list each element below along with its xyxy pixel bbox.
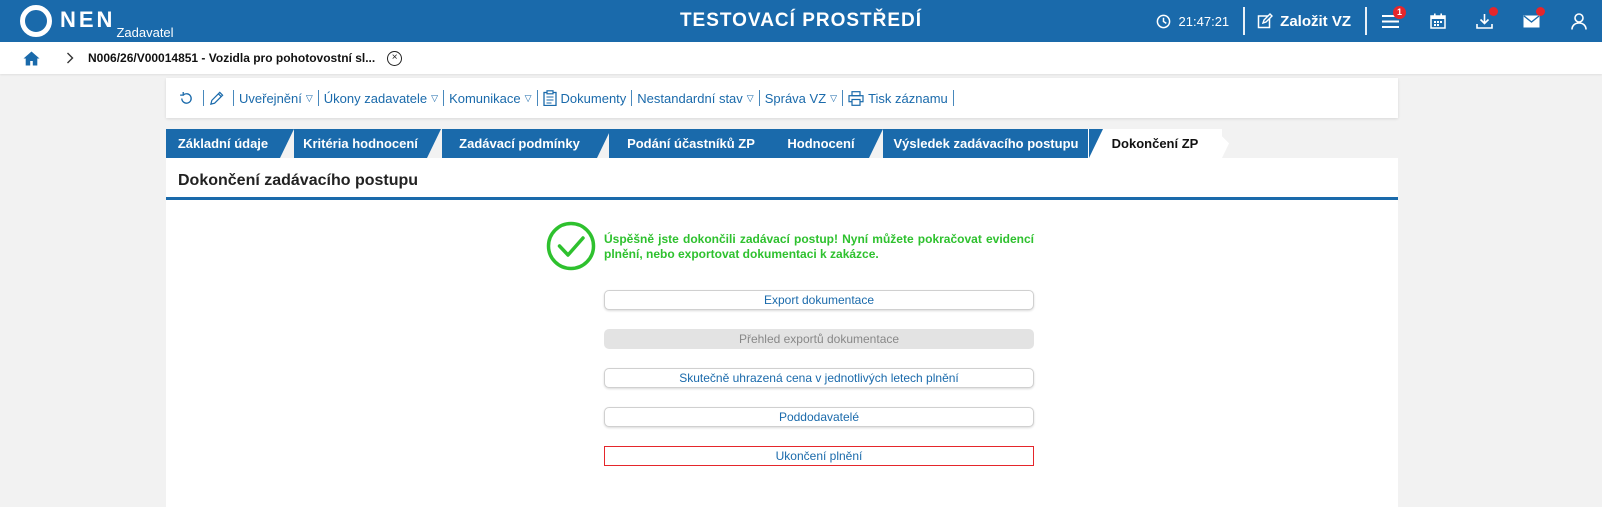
logo-text: NEN	[60, 7, 116, 32]
calendar-icon	[1429, 13, 1446, 29]
printer-icon	[848, 90, 864, 106]
menu-dokumenty-label: Dokumenty	[560, 90, 627, 106]
tab-zakladni-udaje[interactable]: Základní údaje	[166, 129, 294, 158]
paid-price-by-year-button[interactable]: Skutečně uhrazená cena v jednotlivých le…	[604, 368, 1034, 388]
success-message: Úspěšně jste dokončili zadávací postup! …	[604, 232, 1034, 261]
toolbar-separator	[443, 90, 445, 106]
top-bar: NEN Zadavatel TESTOVACÍ PROSTŘEDÍ 21:47:…	[0, 0, 1602, 42]
calendar-button[interactable]	[1414, 0, 1461, 42]
caret-down-icon: ▽	[524, 92, 532, 103]
download-alert-dot	[1489, 7, 1498, 16]
menu-tisk-label: Tisk záznamu	[868, 90, 948, 106]
menu-uverejneni-label: Uveřejnění	[239, 90, 302, 106]
tab-dokonceni-label: Dokončení ZP	[1111, 136, 1199, 151]
messages-button[interactable]	[1508, 0, 1555, 42]
tab-kriteria-hodnoceni[interactable]: Kritéria hodnocení	[294, 129, 441, 158]
edit-icon	[1257, 13, 1274, 29]
clock-time: 21:47:21	[1178, 13, 1230, 29]
create-vz-label: Založit VZ	[1280, 12, 1351, 30]
toolbar-separator	[758, 90, 760, 106]
session-clock: 21:47:21	[1156, 13, 1230, 29]
menu-tisk-zaznamu[interactable]: Tisk záznamu	[843, 91, 953, 106]
tab-dokonceni-zp[interactable]: Dokončení ZP	[1088, 129, 1236, 158]
toolbar-separator	[233, 90, 234, 106]
breadcrumb: N006/26/V00014851 - Vozidla pro pohotovo…	[0, 42, 1602, 74]
menu-sprava-label: Správa VZ	[764, 90, 827, 106]
action-toolbar: Uveřejnění ▽ Úkony zadavatele ▽ Komunikace…	[166, 78, 1398, 118]
breadcrumb-current[interactable]: N006/26/V00014851 - Vozidla pro pohotovo…	[88, 51, 375, 65]
pencil-icon	[210, 91, 224, 105]
top-right-controls: 21:47:21 Založit VZ 1	[1156, 0, 1602, 42]
divider	[1243, 7, 1246, 35]
refresh-icon	[180, 91, 192, 104]
menu-sprava-vz[interactable]: Správa VZ ▽	[760, 91, 842, 106]
toolbar-separator	[317, 90, 319, 106]
mail-alert-dot	[1536, 7, 1545, 16]
caret-down-icon: ▽	[431, 92, 439, 103]
success-notice: Úspěšně jste dokončili zadávací postup! …	[546, 221, 1034, 271]
menu-ukony-label: Úkony zadavatele	[323, 90, 428, 106]
user-button[interactable]	[1555, 0, 1602, 42]
create-vz-button[interactable]: Založit VZ	[1245, 13, 1365, 30]
tab-fold	[1222, 129, 1236, 158]
downloads-button[interactable]	[1461, 0, 1508, 42]
close-icon[interactable]: ×	[387, 50, 403, 66]
toolbar-separator	[536, 90, 538, 106]
tab-hodnoceni[interactable]: Hodnocení	[773, 129, 883, 158]
menu-nestandardni-stav[interactable]: Nestandardní stav ▽	[632, 91, 758, 106]
menu-nestandardni-label: Nestandardní stav	[637, 90, 743, 106]
end-of-performance-button[interactable]: Ukončení plnění	[604, 446, 1034, 466]
notification-badge: 1	[1393, 6, 1406, 19]
caret-down-icon: ▽	[830, 92, 838, 103]
home-button[interactable]	[23, 51, 40, 66]
logo-mark-icon	[20, 5, 52, 37]
caret-down-icon: ▽	[746, 92, 754, 103]
logo-subtitle: Zadavatel	[116, 25, 174, 40]
menu-ukony-zadavatele[interactable]: Úkony zadavatele ▽	[319, 91, 443, 106]
caret-down-icon: ▽	[305, 92, 313, 103]
tab-vysledek[interactable]: Výsledek zadávacího postupu	[883, 129, 1103, 158]
menu-komunikace-label: Komunikace	[449, 90, 521, 106]
export-overview-button: Přehled exportů dokumentace	[604, 329, 1034, 349]
toolbar-separator	[952, 90, 954, 106]
export-documentation-button[interactable]: Export dokumentace	[604, 290, 1034, 310]
toolbar-separator	[631, 90, 633, 106]
toolbar-separator	[842, 90, 844, 106]
chevron-right-icon	[66, 52, 74, 64]
main-panel: Dokončení zadávacího postupu Úspěšně jst…	[166, 158, 1398, 507]
clipboard-icon	[542, 90, 557, 106]
menu-dokumenty[interactable]: Dokumenty	[538, 90, 632, 106]
success-check-icon	[546, 221, 596, 271]
user-icon	[1570, 12, 1587, 30]
subcontractors-button[interactable]: Poddodavatelé	[604, 407, 1034, 427]
menu-button[interactable]: 1	[1367, 0, 1414, 42]
edit-button[interactable]	[204, 91, 233, 106]
tab-zadavaci-podminky[interactable]: Zadávací podmínky	[442, 129, 611, 158]
home-icon	[23, 51, 40, 65]
tab-bar: Základní údaje Kritéria hodnocení Zadáva…	[166, 129, 1402, 158]
nen-logo[interactable]: NEN Zadavatel	[20, 5, 174, 40]
refresh-button[interactable]	[174, 91, 203, 106]
mail-icon	[1523, 14, 1540, 27]
page-title: Dokončení zadávacího postupu	[166, 158, 1398, 200]
toolbar-separator	[203, 90, 204, 106]
clock-icon	[1156, 14, 1170, 28]
menu-komunikace[interactable]: Komunikace ▽	[444, 91, 536, 106]
tab-podani-ucastniku[interactable]: Podání účastníků ZP	[609, 129, 787, 158]
menu-uverejneni[interactable]: Uveřejnění ▽	[234, 91, 318, 106]
